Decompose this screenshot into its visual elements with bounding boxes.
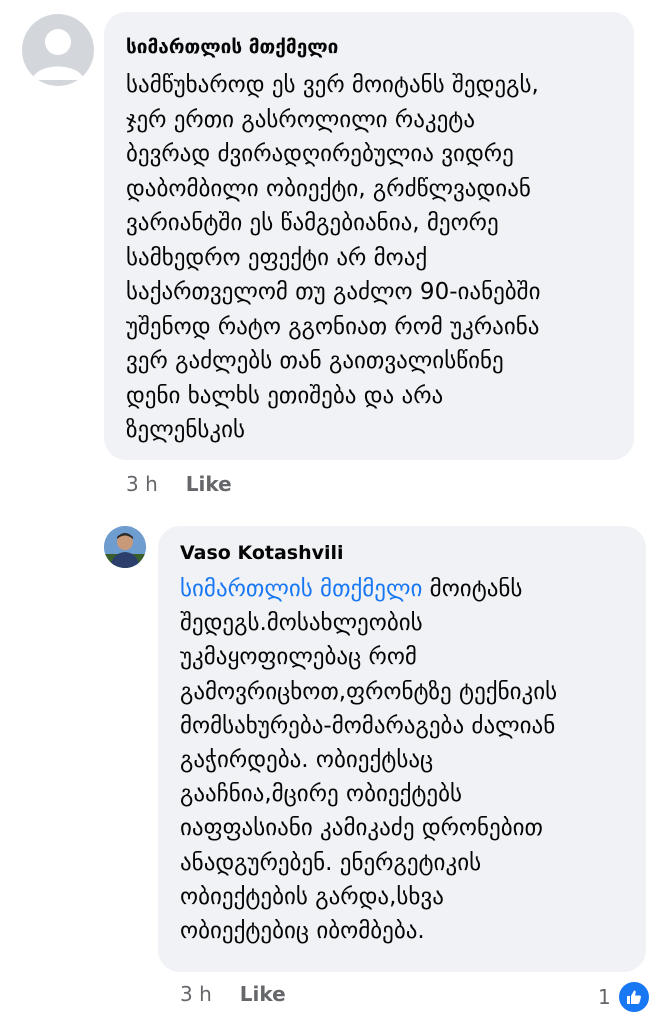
comment-meta: 3 h Like <box>126 472 232 496</box>
avatar[interactable] <box>104 526 146 568</box>
reply-meta: 3 h Like <box>180 982 286 1006</box>
reaction-count: 1 <box>598 985 611 1009</box>
comment-bubble: სიმართლის მთქმელი სამწუხაროდ ეს ვერ მოიტ… <box>104 12 634 460</box>
reply-text-body: მოიტანს შედეგს.მოსახლეობის უკმაყოფილებაც… <box>180 576 558 945</box>
comment-timestamp[interactable]: 3 h <box>126 472 158 496</box>
reply-timestamp[interactable]: 3 h <box>180 982 212 1006</box>
reply-text: სიმართლის მთქმელი მოიტანს შედეგს.მოსახლე… <box>180 572 630 948</box>
comment-author[interactable]: სიმართლის მთქმელი <box>126 34 614 60</box>
reaction-summary[interactable]: 1 <box>598 980 651 1014</box>
comment-text: სამწუხაროდ ეს ვერ მოიტანს შედეგს, ჯერ ერ… <box>126 72 541 443</box>
like-button[interactable]: Like <box>240 982 286 1006</box>
default-avatar-icon[interactable] <box>22 14 94 86</box>
reply-author[interactable]: Vaso Kotashvili <box>180 540 630 566</box>
like-button[interactable]: Like <box>186 472 232 496</box>
thumbs-up-icon <box>616 980 651 1014</box>
mention-link[interactable]: სიმართლის მთქმელი <box>180 576 422 602</box>
reply-bubble: Vaso Kotashvili სიმართლის მთქმელი მოიტან… <box>158 526 646 972</box>
